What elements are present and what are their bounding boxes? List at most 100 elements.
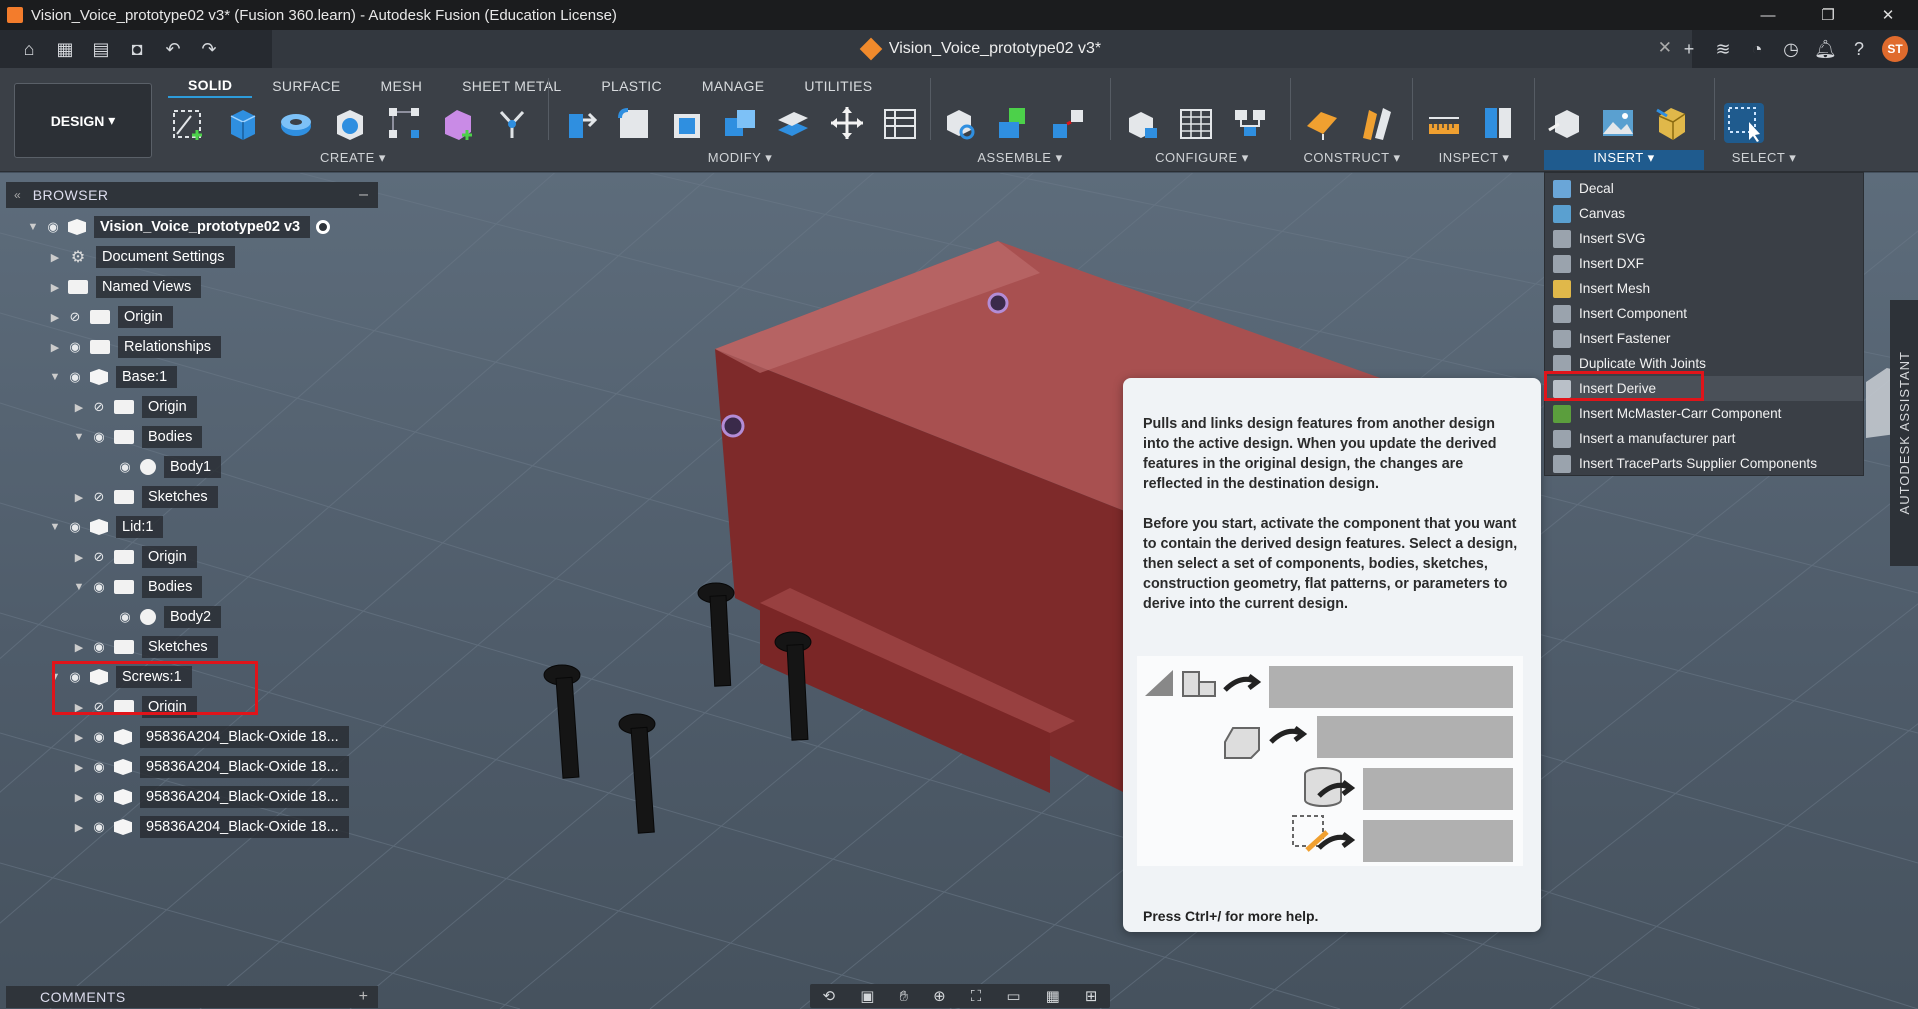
bell-icon[interactable]: 🔔︎: [1814, 39, 1837, 60]
home-icon[interactable]: ⌂: [18, 39, 40, 60]
inspect-menu[interactable]: INSPECT ▾: [1424, 150, 1524, 170]
clock-icon[interactable]: ◷: [1780, 39, 1802, 60]
chevron-right-icon[interactable]: ▶: [70, 731, 88, 744]
offset-plane-icon[interactable]: [1302, 103, 1342, 143]
tab-utilities[interactable]: UTILITIES: [784, 74, 892, 98]
tab-mesh[interactable]: MESH: [361, 74, 443, 98]
tree-node-base[interactable]: ▼ ◉ Base:1: [46, 364, 178, 390]
tree-node-body1[interactable]: ◉ Body1: [114, 454, 222, 480]
help-icon[interactable]: ?: [1848, 39, 1870, 60]
combine-icon[interactable]: [720, 103, 759, 143]
tree-node-lid-sketches[interactable]: ▶ ◉ Sketches: [70, 634, 218, 660]
tree-node-body2[interactable]: ◉ Body2: [114, 604, 222, 630]
eye-icon[interactable]: ◉: [114, 609, 136, 625]
joint-assemble-icon[interactable]: [994, 103, 1034, 143]
tree-node-relationships[interactable]: ▶ ◉ Relationships: [46, 334, 222, 360]
add-comment-icon[interactable]: +: [359, 988, 368, 1006]
menu-item-insert-mcmaster-carr[interactable]: Insert McMaster-Carr Component: [1545, 401, 1863, 426]
tree-node-document-settings[interactable]: ▶ ⚙ Document Settings: [46, 244, 235, 270]
chevron-down-icon[interactable]: ▼: [46, 521, 64, 533]
eye-icon[interactable]: ◉: [88, 729, 110, 745]
joint-icon[interactable]: [492, 103, 532, 143]
look-at-icon[interactable]: ▣: [860, 987, 874, 1005]
redo-icon[interactable]: ↷: [198, 39, 220, 60]
shell-icon[interactable]: [667, 103, 706, 143]
collapse-panel-icon[interactable]: «: [6, 188, 33, 202]
eye-icon[interactable]: ◉: [42, 219, 64, 235]
insert-mesh-icon[interactable]: [1652, 103, 1692, 143]
tree-node-lid-bodies[interactable]: ▼ ◉ Bodies: [70, 574, 203, 600]
tree-node-screw-3[interactable]: ▶ ◉ 95836A204_Black-Oxide 18...: [70, 784, 349, 810]
chevron-right-icon[interactable]: ▶: [70, 401, 88, 414]
chevron-down-icon[interactable]: ▼: [24, 221, 42, 233]
chevron-right-icon[interactable]: ▶: [70, 761, 88, 774]
comments-panel[interactable]: COMMENTS +: [6, 986, 378, 1008]
chevron-right-icon[interactable]: ▶: [46, 251, 64, 264]
tab-manage[interactable]: MANAGE: [682, 74, 784, 98]
close-tab-icon[interactable]: ✕: [1658, 38, 1672, 58]
canvas-icon[interactable]: [1598, 103, 1638, 143]
measure-icon[interactable]: [1424, 103, 1464, 143]
menu-item-insert-component[interactable]: Insert Component: [1545, 301, 1863, 326]
menu-item-insert-fastener[interactable]: Insert Fastener: [1545, 326, 1863, 351]
menu-item-insert-traceparts[interactable]: Insert TraceParts Supplier Components: [1545, 451, 1863, 476]
tree-node-screw-1[interactable]: ▶ ◉ 95836A204_Black-Oxide 18...: [70, 724, 349, 750]
chevron-right-icon[interactable]: ▶: [70, 791, 88, 804]
zoom-icon[interactable]: ⊕: [933, 987, 946, 1005]
tree-node-screw-2[interactable]: ▶ ◉ 95836A204_Black-Oxide 18...: [70, 754, 349, 780]
menu-item-decal[interactable]: Decal: [1545, 176, 1863, 201]
chevron-right-icon[interactable]: ▶: [70, 641, 88, 654]
select-menu[interactable]: SELECT ▾: [1724, 150, 1804, 170]
tree-node-base-sketches[interactable]: ▶ ⊘ Sketches: [70, 484, 218, 510]
menu-item-insert-svg[interactable]: Insert SVG: [1545, 226, 1863, 251]
new-component-icon[interactable]: [940, 103, 980, 143]
move-icon[interactable]: [827, 103, 866, 143]
extrude-icon[interactable]: [222, 103, 262, 143]
tree-node-lid[interactable]: ▼ ◉ Lid:1: [46, 514, 164, 540]
select-icon[interactable]: [1724, 103, 1764, 143]
tab-surface[interactable]: SURFACE: [252, 74, 360, 98]
chevron-right-icon[interactable]: ▶: [70, 551, 88, 564]
as-built-joint-icon[interactable]: [1048, 103, 1088, 143]
workspace-switcher[interactable]: DESIGN ▾: [14, 83, 152, 158]
hole-icon[interactable]: [330, 103, 370, 143]
insert-menu-button[interactable]: INSERT ▾: [1544, 150, 1704, 170]
viewports-icon[interactable]: ⊞: [1085, 987, 1098, 1005]
eye-icon[interactable]: ◉: [88, 819, 110, 835]
tab-solid[interactable]: SOLID: [168, 74, 253, 98]
restore-button[interactable]: ❐: [1798, 0, 1858, 30]
chevron-down-icon[interactable]: ▼: [70, 431, 88, 443]
insert-derive-icon[interactable]: [1544, 103, 1584, 143]
fillet-icon[interactable]: [613, 103, 652, 143]
create-sketch-icon[interactable]: [168, 103, 208, 143]
grid-settings-icon[interactable]: ▦: [1046, 987, 1060, 1005]
chevron-down-icon[interactable]: ▼: [46, 371, 64, 383]
autodesk-assistant-tab[interactable]: AUTODESK ASSISTANT: [1890, 300, 1918, 566]
press-pull-icon[interactable]: [560, 103, 599, 143]
minimize-button[interactable]: —: [1738, 0, 1798, 30]
tree-node-base-bodies[interactable]: ▼ ◉ Bodies: [70, 424, 203, 450]
tab-plastic[interactable]: PLASTIC: [581, 74, 681, 98]
tab-sheet-metal[interactable]: SHEET METAL: [442, 74, 581, 98]
change-parameters-icon[interactable]: [881, 103, 920, 143]
chevron-right-icon[interactable]: ▶: [70, 491, 88, 504]
file-icon[interactable]: ▤: [90, 39, 112, 60]
tree-node-base-origin[interactable]: ▶ ⊘ Origin: [70, 394, 197, 420]
undo-icon[interactable]: ↶: [162, 39, 184, 60]
pan-icon[interactable]: ✋︎: [899, 988, 908, 1005]
eye-hidden-icon[interactable]: ⊘: [88, 399, 110, 415]
tree-node-root[interactable]: ▼ ◉ Vision_Voice_prototype02 v3: [24, 214, 331, 240]
assemble-menu[interactable]: ASSEMBLE ▾: [940, 150, 1100, 170]
eye-icon[interactable]: ◉: [88, 579, 110, 595]
offset-face-icon[interactable]: [774, 103, 813, 143]
eye-icon[interactable]: ◉: [64, 369, 86, 385]
eye-icon[interactable]: ◉: [88, 429, 110, 445]
tree-node-lid-origin[interactable]: ▶ ⊘ Origin: [70, 544, 197, 570]
configure-design-icon[interactable]: [1122, 103, 1162, 143]
modify-menu[interactable]: MODIFY ▾: [560, 150, 920, 170]
configuration-rules-icon[interactable]: [1230, 103, 1270, 143]
eye-hidden-icon[interactable]: ⊘: [88, 489, 110, 505]
section-analysis-icon[interactable]: [1478, 103, 1518, 143]
chevron-right-icon[interactable]: ▶: [46, 311, 64, 324]
revolve-icon[interactable]: [276, 103, 316, 143]
